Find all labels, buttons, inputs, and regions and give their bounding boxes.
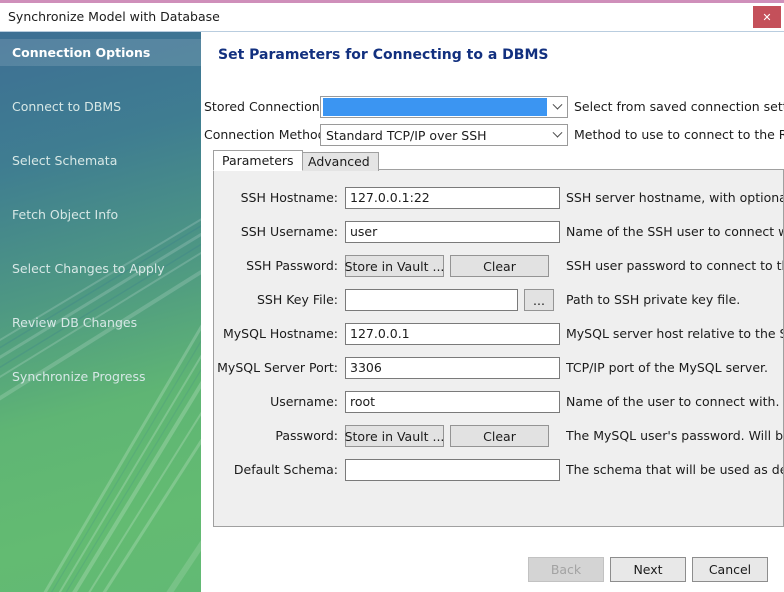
back-button: Back	[528, 557, 604, 582]
ssh-hostname-input[interactable]: 127.0.0.1:22	[345, 187, 560, 209]
ssh-password-help-text: SSH user password to connect to the SSH	[566, 258, 783, 273]
mysql-hostname-input[interactable]: 127.0.0.1	[345, 323, 560, 345]
ssh-username-help-text: Name of the SSH user to connect with.	[566, 224, 783, 239]
sidebar-item-connect-to-dbms[interactable]: Connect to DBMS	[0, 93, 201, 120]
ssh-password-clear-button[interactable]: Clear	[450, 255, 549, 277]
sidebar-item-label: Select Schemata	[12, 153, 118, 168]
connection-method-label: Connection Method:	[204, 127, 330, 142]
username-help-text: Name of the user to connect with.	[566, 394, 780, 409]
chevron-down-icon[interactable]	[547, 97, 567, 117]
username-label: Username:	[270, 394, 338, 409]
row-connection-method: Connection Method: Standard TCP/IP over S…	[201, 124, 784, 148]
connection-method-help-text: Method to use to connect to the RDBMS	[574, 127, 784, 142]
sidebar-item-select-changes-to-apply[interactable]: Select Changes to Apply	[0, 255, 201, 282]
parameters-panel: SSH Hostname: 127.0.0.1:22 SSH server host…	[213, 169, 784, 527]
title-bar: Synchronize Model with Database ✕	[0, 3, 784, 32]
tab-parameters[interactable]: Parameters	[213, 150, 303, 171]
ssh-hostname-label: SSH Hostname:	[240, 190, 338, 205]
param-row-default-schema: Default Schema: The schema that will be u…	[214, 459, 783, 483]
ssh-password-store-in-vault-button[interactable]: Store in Vault ...	[345, 255, 444, 277]
sidebar-item-label: Synchronize Progress	[12, 369, 146, 384]
next-button[interactable]: Next	[610, 557, 686, 582]
cancel-button[interactable]: Cancel	[692, 557, 768, 582]
mysql-server-port-input[interactable]: 3306	[345, 357, 560, 379]
default-schema-help-text: The schema that will be used as default …	[566, 462, 783, 477]
param-row-ssh-username: SSH Username: user Name of the SSH user to…	[214, 221, 783, 245]
ssh-password-label: SSH Password:	[246, 258, 338, 273]
close-icon[interactable]: ✕	[753, 6, 781, 28]
ssh-key-file-browse-button[interactable]: ...	[524, 289, 554, 311]
ssh-hostname-help-text: SSH server hostname, with optional port	[566, 190, 783, 205]
sidebar-item-label: Select Changes to Apply	[12, 261, 165, 276]
tab-advanced[interactable]: Advanced	[299, 152, 379, 171]
stored-connection-dropdown[interactable]	[320, 96, 568, 118]
ssh-key-file-help-text: Path to SSH private key file.	[566, 292, 741, 307]
stored-connection-label: Stored Connection:	[204, 99, 324, 114]
sidebar-nav-list: Connection Options Connect to DBMS Select …	[0, 32, 201, 390]
dialog-footer: Back Next Cancel	[201, 544, 784, 592]
tab-strip: Parameters Advanced	[213, 150, 784, 171]
dialog-window: Synchronize Model with Database ✕ Connec…	[0, 0, 784, 592]
tab-label: Parameters	[222, 153, 294, 168]
password-clear-button[interactable]: Clear	[450, 425, 549, 447]
ssh-key-file-label: SSH Key File:	[256, 292, 338, 307]
chevron-down-icon[interactable]	[547, 125, 567, 145]
param-row-mysql-server-port: MySQL Server Port: 3306 TCP/IP port of the…	[214, 357, 783, 381]
param-row-ssh-hostname: SSH Hostname: 127.0.0.1:22 SSH server host…	[214, 187, 783, 211]
password-label: Password:	[275, 428, 338, 443]
username-input[interactable]: root	[345, 391, 560, 413]
default-schema-label: Default Schema:	[233, 462, 338, 477]
mysql-hostname-help-text: MySQL server host relative to the SSH se	[566, 326, 783, 341]
sidebar-item-connection-options[interactable]: Connection Options	[0, 39, 201, 66]
sidebar-item-fetch-object-info[interactable]: Fetch Object Info	[0, 201, 201, 228]
connection-method-value: Standard TCP/IP over SSH	[326, 127, 487, 143]
param-row-mysql-hostname: MySQL Hostname: 127.0.0.1 MySQL server hos…	[214, 323, 783, 347]
ssh-username-input[interactable]: user	[345, 221, 560, 243]
stored-connection-help-text: Select from saved connection settings	[574, 99, 784, 114]
wizard-sidebar: Connection Options Connect to DBMS Select …	[0, 32, 201, 592]
mysql-server-port-label: MySQL Server Port:	[217, 360, 338, 375]
mysql-server-port-help-text: TCP/IP port of the MySQL server.	[566, 360, 768, 375]
mysql-hostname-label: MySQL Hostname:	[222, 326, 338, 341]
sidebar-item-label: Fetch Object Info	[12, 207, 119, 222]
param-row-username: Username: root Name of the user to connect…	[214, 391, 783, 415]
password-store-in-vault-button[interactable]: Store in Vault ...	[345, 425, 444, 447]
sidebar-item-review-db-changes[interactable]: Review DB Changes	[0, 309, 201, 336]
connection-method-dropdown[interactable]: Standard TCP/IP over SSH	[320, 124, 568, 146]
ssh-username-label: SSH Username:	[240, 224, 338, 239]
window-title: Synchronize Model with Database	[8, 9, 220, 24]
password-help-text: The MySQL user's password. Will be requ	[566, 428, 784, 443]
content-pane: Set Parameters for Connecting to a DBMS …	[201, 32, 784, 592]
tab-label: Advanced	[308, 154, 370, 169]
param-row-ssh-password: SSH Password: Store in Vault ... Clear SSH …	[214, 255, 783, 279]
sidebar-item-synchronize-progress[interactable]: Synchronize Progress	[0, 363, 201, 390]
sidebar-item-label: Review DB Changes	[12, 315, 138, 330]
param-row-password: Password: Store in Vault ... Clear The MySQ…	[214, 425, 784, 449]
param-row-ssh-key-file: SSH Key File:... Path to SSH private key …	[214, 289, 783, 313]
sidebar-item-select-schemata[interactable]: Select Schemata	[0, 147, 201, 174]
row-stored-connection: Stored Connection: Select from saved conn…	[201, 96, 784, 120]
ssh-key-file-input[interactable]	[345, 289, 518, 311]
sidebar-item-label: Connection Options	[12, 45, 151, 60]
default-schema-input[interactable]	[345, 459, 560, 481]
sidebar-item-label: Connect to DBMS	[12, 99, 122, 114]
stored-connection-value	[323, 98, 547, 116]
page-title: Set Parameters for Connecting to a DBMS	[218, 47, 549, 63]
